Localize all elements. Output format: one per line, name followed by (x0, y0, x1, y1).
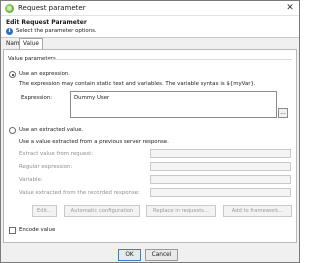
automatic-configuration-button[interactable]: Automatic configuration (64, 205, 140, 217)
cancel-button[interactable]: Cancel (145, 249, 178, 261)
expression-input[interactable]: Dummy User (70, 91, 277, 118)
dialog-header: Edit Request Parameter i Select the para… (1, 16, 299, 38)
dialog-window: Request parameter ✕ Edit Request Paramet… (0, 0, 300, 263)
encode-value-label[interactable]: Encode value (19, 227, 55, 233)
extracted-response-field[interactable] (150, 188, 291, 197)
window-title: Request parameter (18, 4, 86, 12)
extract-request-field[interactable] (150, 149, 291, 158)
close-icon[interactable]: ✕ (283, 2, 297, 14)
variable-field[interactable] (150, 175, 291, 184)
info-icon: i (6, 28, 13, 35)
expression-hint: The expression may contain static text a… (19, 81, 256, 87)
header-description: Select the parameter options. (16, 28, 97, 34)
edit-button[interactable]: Edit... (32, 205, 57, 217)
expression-label: Expression: (21, 95, 53, 101)
use-extracted-label[interactable]: Use an extracted value. (19, 127, 83, 133)
replace-in-requests-button[interactable]: Replace in requests... (146, 205, 216, 217)
extracted-hint: Use a value extracted from a previous se… (19, 139, 169, 145)
regex-label: Regular expression: (19, 164, 73, 170)
app-logo-icon (5, 4, 14, 13)
group-divider (48, 59, 292, 60)
regex-field[interactable] (150, 162, 291, 171)
expression-browse-button[interactable]: ... (278, 108, 288, 118)
value-tab-panel: Value parameters Use an expression. The … (3, 49, 297, 243)
add-to-framework-button[interactable]: Add to framework... (223, 205, 292, 217)
ok-button[interactable]: OK (118, 249, 141, 261)
encode-value-checkbox[interactable] (9, 227, 16, 234)
extracted-response-label: Value extracted from the recorded respon… (19, 190, 140, 196)
header-title: Edit Request Parameter (6, 19, 87, 26)
use-expression-radio[interactable] (9, 71, 16, 78)
extract-request-label: Extract value from request: (19, 151, 94, 157)
title-bar[interactable]: Request parameter ✕ (1, 1, 299, 16)
variable-label: Variable: (19, 177, 43, 183)
use-expression-label[interactable]: Use an expression. (19, 71, 70, 77)
use-extracted-radio[interactable] (9, 127, 16, 134)
